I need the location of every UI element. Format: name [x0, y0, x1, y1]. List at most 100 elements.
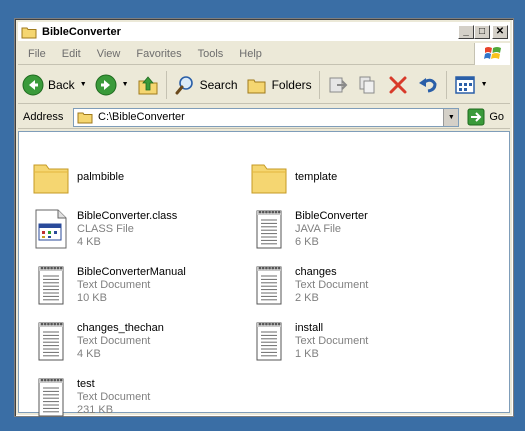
toolbar-separator: [318, 70, 320, 99]
address-field[interactable]: C:\BibleConverter ▼: [73, 107, 460, 127]
menu-edit[interactable]: Edit: [54, 48, 89, 60]
file-item[interactable]: BibleConverter JAVA File 6 KB: [249, 206, 459, 252]
search-button[interactable]: Search: [170, 70, 242, 100]
menu-bar: File Edit View Favorites Tools Help: [18, 42, 510, 65]
folder-icon: [21, 27, 37, 38]
views-button[interactable]: ▼: [450, 70, 492, 100]
maximize-button[interactable]: □: [474, 24, 490, 39]
file-type: Text Document: [77, 334, 151, 347]
file-type: Text Document: [295, 278, 369, 291]
go-label: Go: [489, 111, 504, 123]
file-name: template: [295, 170, 338, 183]
file-info: changes Text Document 2 KB: [295, 266, 368, 305]
file-name: test: [77, 377, 95, 390]
folders-button[interactable]: Folders: [242, 70, 316, 100]
address-path: C:\BibleConverter: [98, 111, 185, 123]
file-info: changes_thechan Text Document 4 KB: [77, 322, 164, 361]
class-file-icon: [31, 206, 71, 252]
search-label: Search: [199, 77, 238, 92]
back-arrow-icon: [22, 74, 44, 95]
file-name: changes_thechan: [77, 321, 164, 334]
text-document-icon: [249, 262, 289, 308]
copy-to-button[interactable]: [353, 70, 383, 100]
file-type: JAVA File: [295, 222, 342, 235]
file-name: BibleConverter.class: [77, 209, 178, 222]
text-document-icon: [31, 374, 71, 420]
move-to-icon: [329, 77, 348, 92]
file-item[interactable]: test Text Document 231 KB: [31, 374, 241, 420]
menu-view[interactable]: View: [89, 48, 129, 60]
copy-to-icon: [359, 76, 375, 93]
file-size: 6 KB: [295, 235, 319, 248]
back-button[interactable]: Back ▼: [18, 70, 91, 100]
undo-icon: [418, 77, 437, 92]
move-to-button[interactable]: [323, 70, 353, 100]
minimize-button[interactable]: _: [458, 24, 474, 39]
back-dropdown-icon[interactable]: ▼: [80, 81, 87, 88]
window-controls: _ □ ✕: [458, 24, 508, 39]
back-label: Back: [48, 77, 75, 92]
file-item[interactable]: changes Text Document 2 KB: [249, 262, 459, 308]
file-size: 2 KB: [295, 291, 319, 304]
file-item[interactable]: BibleConverter.class CLASS File 4 KB: [31, 206, 241, 252]
window-title: BibleConverter: [42, 25, 121, 38]
menu-favorites[interactable]: Favorites: [128, 48, 189, 60]
file-info: BibleConverter.class CLASS File 4 KB: [77, 210, 177, 249]
file-item[interactable]: changes_thechan Text Document 4 KB: [31, 318, 241, 364]
text-document-icon: [31, 318, 71, 364]
explorer-window: BibleConverter _ □ ✕ File Edit View Favo…: [14, 18, 514, 417]
file-item[interactable]: BibleConverterManual Text Document 10 KB: [31, 262, 241, 308]
folder-icon: [77, 112, 93, 124]
file-info: palmbible: [77, 171, 124, 184]
text-document-icon: [249, 318, 289, 364]
address-bar: Address C:\BibleConverter ▼ Go: [18, 106, 510, 129]
file-size: 4 KB: [77, 347, 101, 360]
menu-help[interactable]: Help: [231, 48, 270, 60]
close-button[interactable]: ✕: [492, 24, 508, 39]
file-size: 4 KB: [77, 235, 101, 248]
windows-logo-icon: [474, 42, 510, 65]
forward-button[interactable]: ▼: [91, 70, 133, 100]
file-type: CLASS File: [77, 222, 134, 235]
file-type: Text Document: [77, 390, 151, 403]
views-icon: [454, 75, 475, 94]
file-item[interactable]: install Text Document 1 KB: [249, 318, 459, 364]
folder-icon: [31, 154, 71, 200]
file-size: 10 KB: [77, 291, 107, 304]
folders-label: Folders: [271, 77, 312, 92]
menu-tools[interactable]: Tools: [190, 48, 232, 60]
toolbar-separator: [445, 70, 447, 99]
file-type: Text Document: [295, 334, 369, 347]
toolbar-separator: [165, 70, 167, 99]
file-name: BibleConverter: [295, 209, 368, 222]
file-info: install Text Document 1 KB: [295, 322, 368, 361]
forward-dropdown-icon[interactable]: ▼: [122, 81, 129, 88]
delete-button[interactable]: [383, 70, 413, 100]
delete-icon: [389, 76, 407, 93]
go-button[interactable]: Go: [467, 108, 504, 126]
undo-button[interactable]: [413, 70, 443, 100]
folder-item[interactable]: template: [249, 154, 459, 200]
file-info: BibleConverterManual Text Document 10 KB: [77, 266, 186, 305]
folder-item[interactable]: palmbible: [31, 154, 241, 200]
menu-file[interactable]: File: [18, 48, 54, 60]
views-dropdown-icon[interactable]: ▼: [481, 81, 488, 88]
forward-arrow-icon: [95, 74, 117, 95]
go-arrow-icon: [467, 108, 485, 126]
folders-icon: [247, 79, 266, 93]
file-type: Text Document: [77, 278, 151, 291]
file-size: 1 KB: [295, 347, 319, 360]
address-label: Address: [23, 111, 64, 123]
toolbar: Back ▼ ▼ Search Folders ▼: [18, 66, 510, 104]
text-document-icon: [31, 262, 71, 308]
file-info: template: [295, 171, 337, 184]
up-folder-icon: [138, 75, 158, 94]
file-info: BibleConverter JAVA File 6 KB: [295, 210, 368, 249]
search-icon: [175, 75, 193, 94]
up-folder-button[interactable]: [133, 70, 163, 100]
file-name: changes: [295, 265, 337, 278]
file-list: palmbible template BibleConverter.class CLA…: [18, 131, 510, 417]
folder-icon: [249, 154, 289, 200]
address-dropdown-icon[interactable]: ▼: [443, 108, 459, 126]
title-bar[interactable]: BibleConverter _ □ ✕: [18, 22, 510, 41]
